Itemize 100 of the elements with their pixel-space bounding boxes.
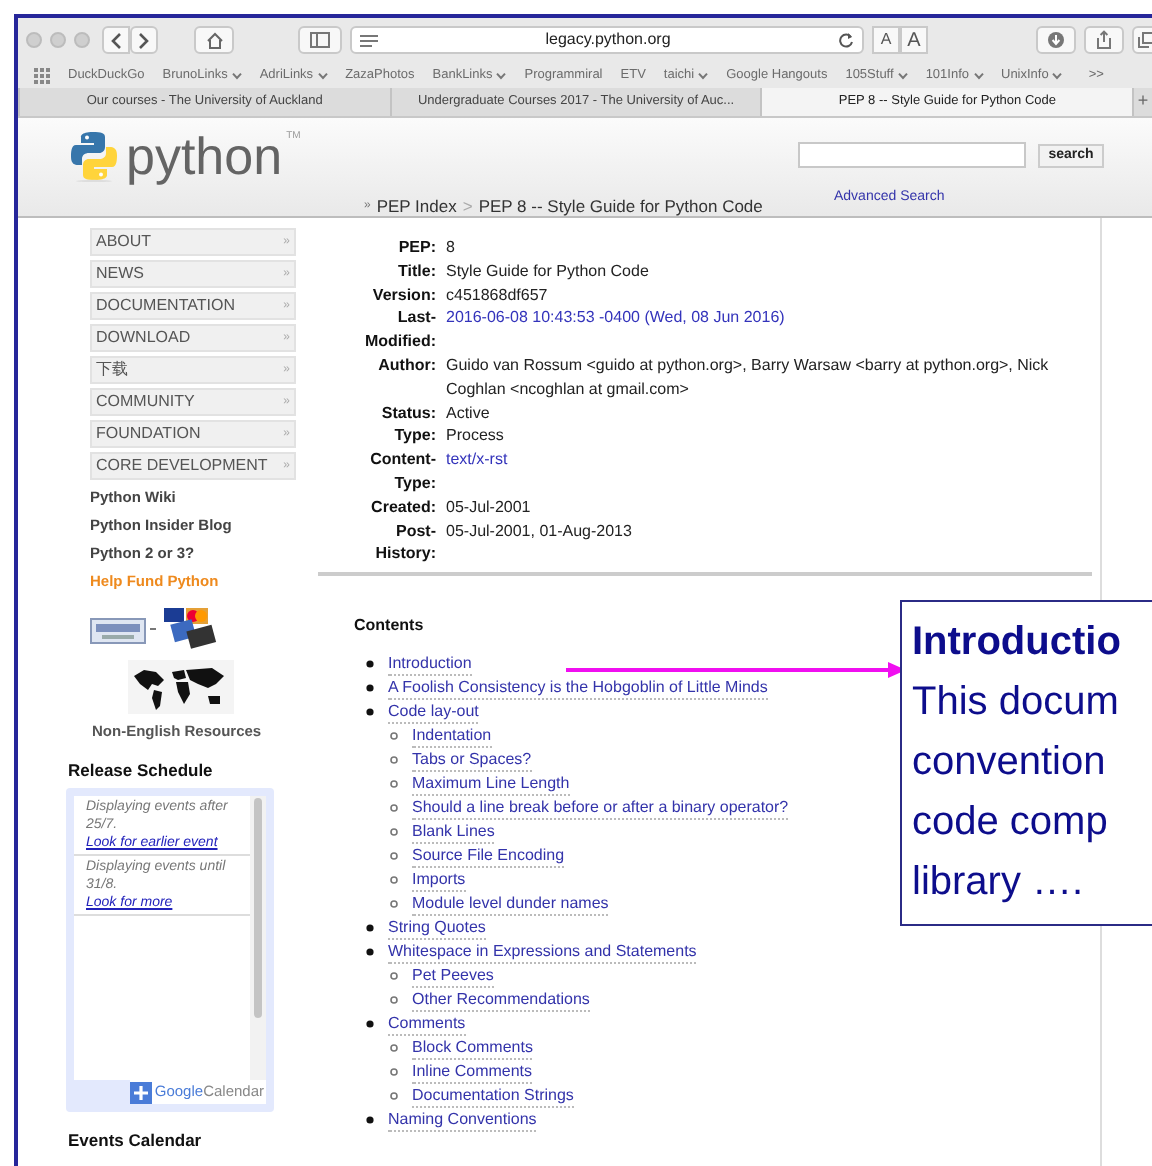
toc-link[interactable]: Other Recommendations bbox=[412, 988, 590, 1013]
reader-icon[interactable] bbox=[360, 33, 378, 47]
toc-link[interactable]: Tabs or Spaces? bbox=[412, 748, 532, 773]
hollow-bullet-icon bbox=[390, 780, 398, 789]
field-value: Active bbox=[446, 401, 492, 425]
field-value: 05-Jul-2001, 01-Aug-2013 bbox=[446, 519, 634, 544]
hollow-bullet-icon bbox=[390, 732, 398, 741]
chevron-icon bbox=[1052, 71, 1063, 79]
toc-link[interactable]: Whitespace in Expressions and Statements bbox=[388, 940, 697, 965]
nav-label: DOWNLOAD bbox=[96, 326, 191, 350]
toc-link[interactable]: Documentation Strings bbox=[412, 1084, 574, 1109]
hollow-bullet-icon bbox=[390, 756, 398, 765]
toc-link[interactable]: Module level dunder names bbox=[412, 892, 609, 917]
field-label: PEP: bbox=[396, 236, 436, 260]
toc-link[interactable]: Maximum Line Length bbox=[412, 772, 570, 797]
toc-link[interactable]: Comments bbox=[388, 1012, 466, 1037]
field-value: Process bbox=[446, 424, 506, 449]
dash-icon bbox=[150, 628, 156, 632]
share-icon bbox=[1096, 30, 1112, 50]
contents-title: Contents bbox=[354, 614, 426, 639]
hollow-bullet-icon bbox=[390, 996, 398, 1005]
toc-link[interactable]: Naming Conventions bbox=[388, 1108, 537, 1133]
world-map-icon bbox=[128, 660, 234, 714]
home-button[interactable] bbox=[194, 26, 234, 54]
toc-link[interactable]: Introduction bbox=[388, 652, 472, 677]
download-icon bbox=[1048, 32, 1064, 48]
callout-text: This docum bbox=[912, 678, 1121, 728]
field-label: Version: bbox=[370, 283, 436, 307]
field-value: 8 bbox=[446, 236, 457, 260]
toc-link[interactable]: Indentation bbox=[412, 724, 492, 749]
bullet-icon bbox=[366, 1116, 374, 1125]
toc-link[interactable]: String Quotes bbox=[388, 916, 486, 941]
search-field[interactable] bbox=[798, 142, 1026, 168]
forward-button[interactable] bbox=[130, 26, 158, 54]
toc-link[interactable]: Block Comments bbox=[412, 1036, 533, 1061]
scrollbar-thumb[interactable] bbox=[254, 798, 262, 1018]
apps-grid-icon[interactable] bbox=[34, 67, 50, 83]
chevron-icon bbox=[897, 71, 908, 79]
new-tab-button[interactable]: + bbox=[1132, 88, 1152, 116]
hollow-bullet-icon bbox=[390, 804, 398, 813]
hollow-bullet-icon bbox=[390, 876, 398, 885]
hollow-bullet-icon bbox=[390, 1044, 398, 1053]
breadcrumb-link[interactable]: PEP 8 -- Style Guide for Python Code bbox=[478, 194, 763, 220]
toc-link[interactable]: Pet Peeves bbox=[412, 964, 494, 989]
toc-link[interactable]: Blank Lines bbox=[412, 820, 495, 845]
snake-logo-icon bbox=[70, 130, 118, 182]
reload-icon[interactable] bbox=[838, 32, 854, 48]
toc-link[interactable]: Code lay-out bbox=[388, 700, 479, 725]
nav-label: NEWS bbox=[96, 262, 144, 286]
nav-label: COMMUNITY bbox=[96, 390, 195, 414]
toc-link[interactable]: A Foolish Consistency is the Hobgoblin of Little Minds bbox=[388, 676, 768, 701]
toc-link[interactable]: Source File Encoding bbox=[412, 844, 565, 869]
field-link[interactable]: 2016-06-08 10:43:53 -0400 (Wed, 08 Jun 2016) bbox=[446, 306, 1056, 354]
credit-cards-icon[interactable] bbox=[160, 608, 220, 652]
section-title: Release Schedule bbox=[68, 758, 215, 784]
nav-label: 下载 bbox=[96, 358, 128, 382]
home-icon bbox=[205, 31, 223, 49]
field-label: Title: bbox=[396, 259, 436, 284]
logo-text: python bbox=[126, 130, 283, 182]
callout-text: library …. bbox=[912, 858, 1086, 908]
toc-link[interactable]: Should a line break before or after a binary operator? bbox=[412, 796, 789, 821]
text-size-button[interactable]: A bbox=[872, 26, 900, 54]
breadcrumb-link[interactable]: PEP Index bbox=[376, 194, 457, 220]
donate-badge-icon[interactable] bbox=[90, 617, 146, 643]
back-icon bbox=[110, 31, 122, 49]
share-button[interactable] bbox=[1084, 26, 1124, 54]
field-label: Author: bbox=[376, 353, 436, 378]
bullet-icon bbox=[366, 948, 374, 957]
field-label: Created: bbox=[369, 495, 436, 520]
bullet-icon bbox=[366, 684, 374, 693]
field-value: Guido van Rossum <guido at python.org>, Barry Warsaw <barry at python.org>, Nick Coghlan <ncoghlan at gmail.com> bbox=[446, 353, 1051, 402]
nav-label: DOCUMENTATION bbox=[96, 294, 235, 318]
chevron-icon bbox=[231, 71, 242, 79]
field-value: c451868df657 bbox=[446, 283, 550, 307]
forward-icon bbox=[138, 31, 150, 49]
hollow-bullet-icon bbox=[390, 852, 398, 861]
tabs-icon bbox=[1138, 32, 1152, 48]
scrollbar[interactable] bbox=[250, 796, 266, 1080]
field-value: Style Guide for Python Code bbox=[446, 259, 651, 284]
hollow-bullet-icon bbox=[390, 900, 398, 909]
sidebar-icon bbox=[310, 32, 330, 48]
toc-link[interactable]: Inline Comments bbox=[412, 1060, 533, 1085]
tabs-button[interactable] bbox=[1132, 26, 1152, 54]
sidebar-button[interactable] bbox=[298, 26, 342, 54]
hollow-bullet-icon bbox=[390, 972, 398, 981]
chevron-icon bbox=[496, 71, 507, 79]
chevron-icon bbox=[698, 71, 709, 79]
callout-text: convention bbox=[912, 738, 1108, 788]
download-button[interactable] bbox=[1036, 26, 1076, 54]
address-bar[interactable]: legacy.python.org bbox=[350, 26, 864, 54]
chevron-icon bbox=[317, 71, 328, 79]
field-link[interactable]: text/x-rst bbox=[446, 448, 1056, 496]
toc-link[interactable]: Imports bbox=[412, 868, 466, 893]
hollow-bullet-icon bbox=[390, 828, 398, 837]
text-size-button[interactable]: A bbox=[900, 26, 928, 54]
bullet-icon bbox=[366, 708, 374, 717]
field-value: 05-Jul-2001 bbox=[446, 495, 533, 520]
back-button[interactable] bbox=[102, 26, 130, 54]
hollow-bullet-icon bbox=[390, 1092, 398, 1101]
nav-label: FOUNDATION bbox=[96, 422, 201, 446]
